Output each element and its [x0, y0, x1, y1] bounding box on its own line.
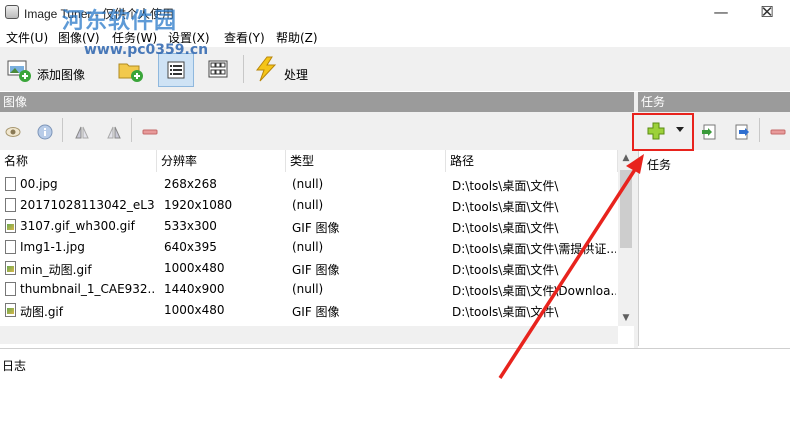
tasks-pane-header: 任务 [638, 92, 790, 112]
table-row[interactable]: 动图.gif 1000x480 GIF 图像 D:\tools\桌面\文件\ [0, 300, 618, 321]
cell-resolution: 268x268 [164, 177, 217, 191]
tasks-list: 任务 [638, 150, 790, 346]
column-header-resolution[interactable]: 分辨率 [157, 150, 286, 172]
process-label: 处理 [284, 68, 309, 82]
cell-path: D:\tools\桌面\文件\需提供证... [452, 242, 616, 256]
info-icon[interactable] [37, 124, 53, 140]
vertical-scrollbar[interactable]: ▲ ▼ [618, 150, 634, 326]
export-task-icon[interactable] [734, 124, 750, 140]
images-pane-header: 图像 [0, 92, 634, 112]
add-image-icon [7, 60, 31, 82]
cell-name: 动图.gif [20, 305, 63, 319]
thumbnail-view-button[interactable] [200, 53, 236, 87]
cell-resolution: 1000x480 [164, 261, 225, 275]
menu-file[interactable]: 文件(U) [6, 29, 48, 46]
log-title: 日志 [2, 359, 27, 373]
list-view-button[interactable] [158, 53, 194, 87]
mirror-icon[interactable] [106, 124, 122, 140]
menu-help[interactable]: 帮助(Z) [276, 29, 318, 46]
close-button[interactable]: ✕ [744, 0, 790, 26]
menu-view[interactable]: 查看(Y) [224, 29, 265, 46]
cell-path: D:\tools\桌面\文件\ [452, 179, 559, 193]
cell-resolution: 1920x1080 [164, 198, 233, 212]
cell-name: Img1-1.jpg [20, 240, 85, 254]
scroll-down-icon[interactable]: ▼ [618, 310, 634, 326]
images-toolbar [0, 112, 634, 150]
cell-path: D:\tools\桌面\文件\Downloa... [452, 284, 616, 298]
remove-icon[interactable] [142, 124, 158, 140]
cell-type: (null) [292, 282, 324, 296]
import-task-icon[interactable] [701, 124, 717, 140]
images-table: 名称 分辨率 类型 路径 00.jpg 268x268 (null) D:\to… [0, 150, 634, 346]
cell-resolution: 533x300 [164, 219, 217, 233]
thumbnail-view-icon [208, 60, 228, 78]
table-row[interactable]: min_动图.gif 1000x480 GIF 图像 D:\tools\桌面\文… [0, 258, 618, 279]
app-icon[interactable] [5, 5, 19, 19]
sub-toolbar-separator [62, 118, 63, 142]
log-panel: 日志 [0, 348, 790, 438]
tasks-column-header[interactable]: 任务 [647, 156, 671, 173]
cell-path: D:\tools\桌面\文件\ [452, 305, 559, 319]
table-row[interactable]: 00.jpg 268x268 (null) D:\tools\桌面\文件\ [0, 174, 618, 195]
toolbar-separator [243, 55, 244, 83]
scroll-thumb[interactable] [620, 170, 632, 248]
cell-type: GIF 图像 [292, 263, 340, 277]
cell-name: 3107.gif_wh300.gif [20, 219, 135, 233]
tasks-toolbar-separator [759, 118, 760, 142]
column-header-path[interactable]: 路径 [446, 150, 618, 172]
add-folder-icon [118, 63, 143, 82]
table-row[interactable]: 3107.gif_wh300.gif 533x300 GIF 图像 D:\too… [0, 216, 618, 237]
file-icon [5, 177, 16, 191]
cell-path: D:\tools\桌面\文件\ [452, 263, 559, 277]
cell-name: 00.jpg [20, 177, 58, 191]
cell-resolution: 640x395 [164, 240, 217, 254]
cell-name: thumbnail_1_CAE932... [20, 282, 154, 296]
process-button[interactable]: 处理 [250, 51, 316, 87]
sub-toolbar-separator [131, 118, 132, 142]
image-file-icon [5, 219, 16, 233]
list-view-icon [167, 61, 185, 79]
remove-task-icon[interactable] [770, 124, 786, 140]
cell-type: (null) [292, 177, 324, 191]
watermark-url: www.pc0359.cn [84, 42, 209, 58]
process-lightning-icon [255, 56, 277, 82]
table-row[interactable]: Img1-1.jpg 640x395 (null) D:\tools\桌面\文件… [0, 237, 618, 258]
cell-resolution: 1440x900 [164, 282, 225, 296]
cell-resolution: 1000x480 [164, 303, 225, 317]
cell-path: D:\tools\桌面\文件\ [452, 200, 559, 214]
table-row[interactable]: thumbnail_1_CAE932... 1440x900 (null) D:… [0, 279, 618, 300]
table-row[interactable]: 20171028113042_eL3... 1920x1080 (null) D… [0, 195, 618, 216]
flip-icon[interactable] [74, 124, 90, 140]
cell-type: (null) [292, 198, 324, 212]
image-file-icon [5, 261, 16, 275]
minimize-button[interactable]: — [698, 0, 744, 26]
file-icon [5, 198, 16, 212]
file-icon [5, 240, 16, 254]
add-image-label: 添加图像 [37, 68, 86, 82]
cell-name: min_动图.gif [20, 263, 92, 277]
cell-type: (null) [292, 240, 324, 254]
cell-path: D:\tools\桌面\文件\ [452, 221, 559, 235]
cell-type: GIF 图像 [292, 221, 340, 235]
file-icon [5, 282, 16, 296]
scroll-up-icon[interactable]: ▲ [618, 150, 634, 166]
cell-name: 20171028113042_eL3... [20, 198, 154, 212]
image-file-icon [5, 303, 16, 317]
title-bar: Image Tuner - 仅供个人使用 河东软件园 — ☐ [0, 0, 790, 34]
column-header-type[interactable]: 类型 [286, 150, 446, 172]
cell-type: GIF 图像 [292, 305, 340, 319]
column-header-name[interactable]: 名称 [0, 150, 157, 172]
preview-eye-icon[interactable] [5, 124, 21, 140]
horizontal-scrollbar[interactable] [0, 326, 618, 344]
annotation-highlight-box [632, 113, 694, 151]
